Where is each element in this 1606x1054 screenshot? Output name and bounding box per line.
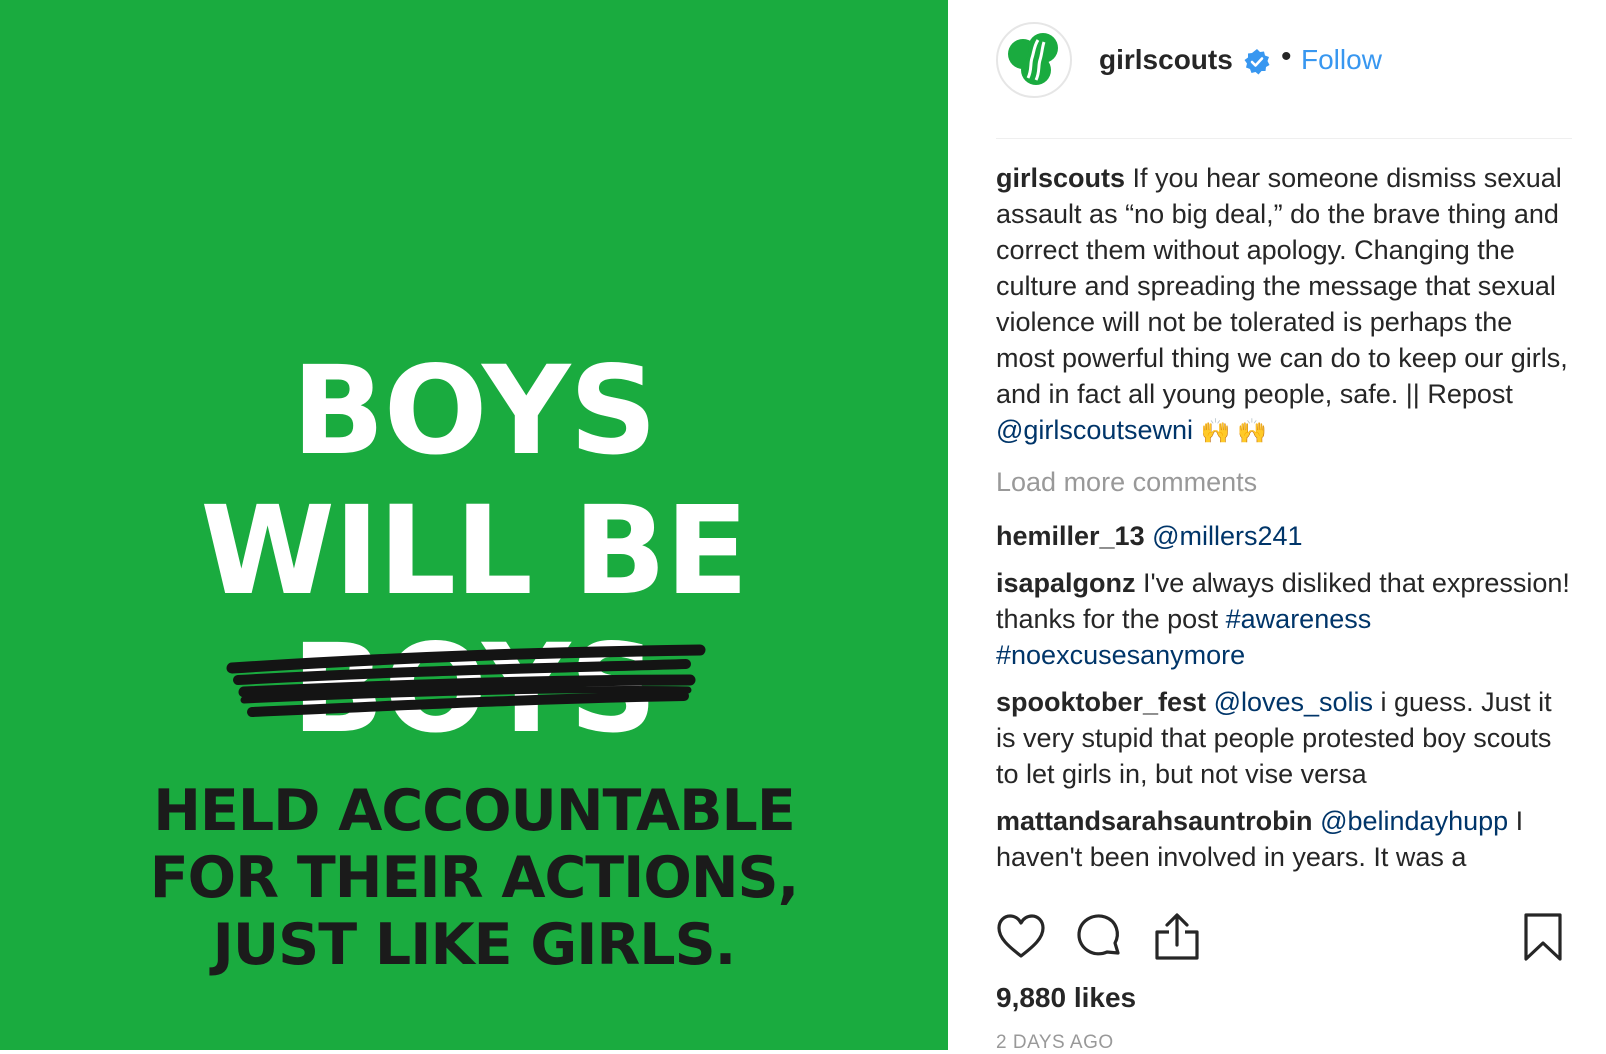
comment-username[interactable]: mattandsarahsauntrobin bbox=[996, 806, 1313, 836]
comment-item: spooktober_fest @loves_solis i guess. Ju… bbox=[996, 684, 1572, 792]
comment-mention[interactable]: @loves_solis bbox=[1214, 687, 1373, 717]
caption-mention[interactable]: @girlscoutsewni bbox=[996, 415, 1193, 445]
caption-username[interactable]: girlscouts bbox=[996, 163, 1125, 193]
post-caption: girlscouts If you hear someone dismiss s… bbox=[996, 160, 1572, 450]
comments-section[interactable]: girlscouts If you hear someone dismiss s… bbox=[996, 160, 1572, 878]
comment-username[interactable]: hemiller_13 bbox=[996, 521, 1145, 551]
comment-item: mattandsarahsauntrobin @belindayhupp I h… bbox=[996, 803, 1572, 875]
post-details-panel: girlscouts • Follow girlscouts If you he… bbox=[996, 0, 1572, 1053]
heart-icon[interactable] bbox=[996, 912, 1046, 962]
likes-count[interactable]: 9,880 likes bbox=[996, 982, 1136, 1014]
image-text-line-6: JUST LIKE GIRLS. bbox=[212, 912, 737, 978]
header-username[interactable]: girlscouts bbox=[1099, 44, 1233, 76]
comment-username[interactable]: spooktober_fest bbox=[996, 687, 1206, 717]
share-icon[interactable] bbox=[1152, 912, 1202, 962]
comment-hashtag[interactable]: #awareness bbox=[1226, 604, 1372, 634]
image-text-line-5: FOR THEIR ACTIONS, bbox=[149, 845, 800, 911]
header-divider bbox=[996, 138, 1572, 139]
post-actions-bar bbox=[996, 912, 1572, 968]
verified-badge-icon bbox=[1244, 49, 1270, 75]
comment-mention[interactable]: @millers241 bbox=[1152, 521, 1302, 551]
caption-emoji: 🙌 🙌 bbox=[1200, 418, 1267, 445]
comment-item: isapalgonz I've always disliked that exp… bbox=[996, 565, 1572, 673]
post-header: girlscouts • Follow bbox=[996, 22, 1572, 104]
comment-hashtag[interactable]: #noexcusesanymore bbox=[996, 640, 1245, 670]
bookmark-icon[interactable] bbox=[1518, 912, 1568, 962]
comment-username[interactable]: isapalgonz bbox=[996, 568, 1136, 598]
comment-icon[interactable] bbox=[1074, 912, 1124, 962]
follow-button[interactable]: Follow bbox=[1301, 44, 1382, 76]
trefoil-logo-icon bbox=[1008, 33, 1058, 85]
comment-mention[interactable]: @belindayhupp bbox=[1320, 806, 1508, 836]
header-separator: • bbox=[1281, 40, 1292, 73]
caption-text: If you hear someone dismiss sexual assau… bbox=[996, 163, 1568, 409]
post-timestamp: 2 DAYS AGO bbox=[996, 1032, 1114, 1053]
image-text-line-4: HELD ACCOUNTABLE bbox=[153, 778, 796, 844]
post-image[interactable]: BOYS WILL BE BOYS HELD ACCOUNTABLE FOR T… bbox=[0, 0, 948, 1050]
avatar[interactable] bbox=[996, 22, 1072, 98]
comment-item: hemiller_13 @millers241 bbox=[996, 518, 1572, 554]
load-more-comments-button[interactable]: Load more comments bbox=[996, 464, 1572, 500]
